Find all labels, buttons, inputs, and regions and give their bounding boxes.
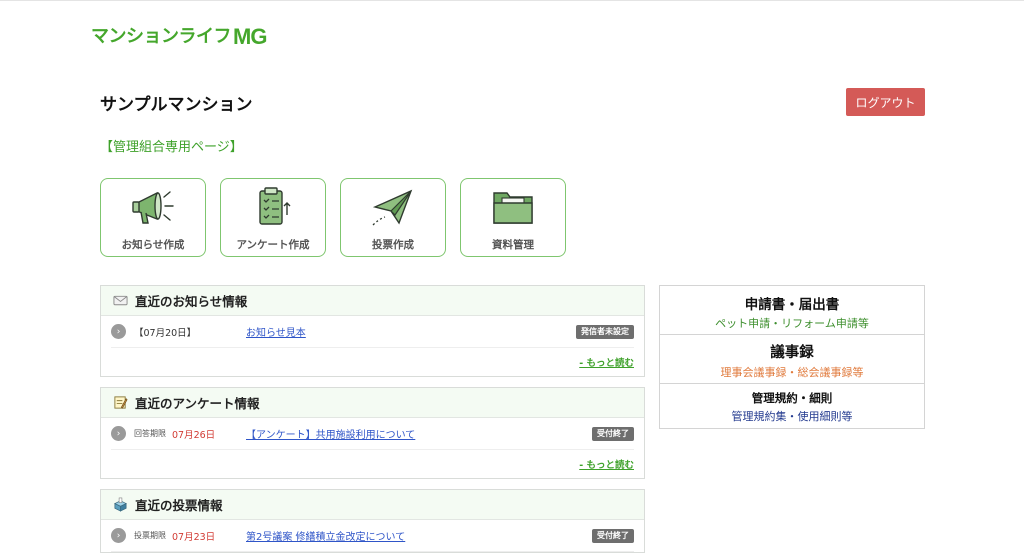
admin-page-label: 【管理組合専用ページ】 xyxy=(100,140,243,155)
list-item: › 【07月20日】 お知らせ見本 発信者未設定 xyxy=(111,316,634,348)
status-badge: 受付終了 xyxy=(592,528,634,543)
doc-subtitle: 理事会議事録・総会議事録等 xyxy=(720,366,864,379)
paper-plane-icon xyxy=(372,189,413,226)
doc-title: 申請書・届出書 xyxy=(744,297,840,313)
megaphone-icon xyxy=(132,191,174,224)
list-item: › 回答期限 07月26日 【アンケート】共用施設利用について 受付終了 xyxy=(111,418,634,450)
application-forms-link[interactable]: 申請書・届出書 ペット申請・リフォーム申請等 xyxy=(660,286,924,335)
status-badge: 発信者未設定 xyxy=(576,324,634,339)
read-more-link[interactable]: - もっと読む xyxy=(101,348,644,376)
tile-label: お知らせ作成 xyxy=(121,239,185,251)
doc-subtitle: 管理規約集・使用細則等 xyxy=(731,410,853,423)
page-title: サンプルマンション xyxy=(100,95,253,115)
panel-title: 直近のアンケート情報 xyxy=(135,396,260,411)
doc-title: 管理規約・細則 xyxy=(751,391,833,405)
panel-title: 直近のお知らせ情報 xyxy=(135,294,248,309)
clipboard-checklist-icon xyxy=(259,187,291,225)
tile-label: アンケート作成 xyxy=(236,239,310,251)
read-more-link[interactable]: - もっと読む xyxy=(101,450,644,478)
logout-button[interactable]: ログアウト xyxy=(846,88,925,116)
memo-icon xyxy=(114,396,128,409)
recent-notices-panel: 直近のお知らせ情報 › 【07月20日】 お知らせ見本 発信者未設定 - もっと… xyxy=(100,285,645,377)
read-more-text: - もっと読む xyxy=(579,358,634,369)
folder-icon xyxy=(493,192,533,224)
doc-title: 議事録 xyxy=(770,345,814,361)
vote-link[interactable]: 第2号議案 修繕積立金改定について xyxy=(246,528,405,543)
document-management-tile[interactable]: 資料管理 xyxy=(460,178,566,257)
create-notice-tile[interactable]: お知らせ作成 xyxy=(100,178,206,257)
panel-header: 直近のアンケート情報 xyxy=(101,388,644,418)
recent-votes-panel: 直近の投票情報 › 投票期限 07月23日 第2号議案 修繕積立金改定について … xyxy=(100,489,645,553)
logo-mark: MG xyxy=(233,24,267,49)
recent-surveys-panel: 直近のアンケート情報 › 回答期限 07月26日 【アンケート】共用施設利用につ… xyxy=(100,387,645,479)
deadline-label: 回答期限 xyxy=(134,429,166,438)
survey-link[interactable]: 【アンケート】共用施設利用について xyxy=(246,426,415,441)
bylaws-link[interactable]: 管理規約・細則 管理規約集・使用細則等 xyxy=(660,384,924,428)
panel-header: 直近の投票情報 xyxy=(101,490,644,520)
top-border xyxy=(0,0,1024,1)
list-item: › 投票期限 07月23日 第2号議案 修繕積立金改定について 受付終了 xyxy=(111,520,634,552)
tile-label: 資料管理 xyxy=(492,239,534,251)
tile-label: 投票作成 xyxy=(372,239,414,251)
ballot-box-icon xyxy=(114,497,127,512)
action-tiles: お知らせ作成 アンケート作成 投票作成 資料管理 xyxy=(100,178,566,257)
panel-header: 直近のお知らせ情報 xyxy=(101,286,644,316)
read-more-text: - もっと読む xyxy=(579,460,634,471)
status-badge: 受付終了 xyxy=(592,426,634,441)
documents-panel: 申請書・届出書 ペット申請・リフォーム申請等 議事録 理事会議事録・総会議事録等… xyxy=(659,285,925,429)
chevron-right-icon: › xyxy=(111,528,126,543)
minutes-link[interactable]: 議事録 理事会議事録・総会議事録等 xyxy=(660,335,924,384)
deadline-date: 07月26日 xyxy=(172,429,216,441)
logo-text: マンションライフ xyxy=(91,26,232,47)
panel-title: 直近の投票情報 xyxy=(135,498,223,513)
notice-link[interactable]: お知らせ見本 xyxy=(246,324,306,339)
create-survey-tile[interactable]: アンケート作成 xyxy=(220,178,326,257)
envelope-icon xyxy=(113,295,128,306)
deadline-label: 投票期限 xyxy=(134,531,166,540)
chevron-right-icon: › xyxy=(111,426,126,441)
create-vote-tile[interactable]: 投票作成 xyxy=(340,178,446,257)
notice-date: 【07月20日】 xyxy=(134,327,197,339)
doc-subtitle: ペット申請・リフォーム申請等 xyxy=(715,317,869,330)
chevron-right-icon: › xyxy=(111,324,126,339)
site-logo[interactable]: マンションライフ MG xyxy=(91,24,267,49)
deadline-date: 07月23日 xyxy=(172,531,216,543)
